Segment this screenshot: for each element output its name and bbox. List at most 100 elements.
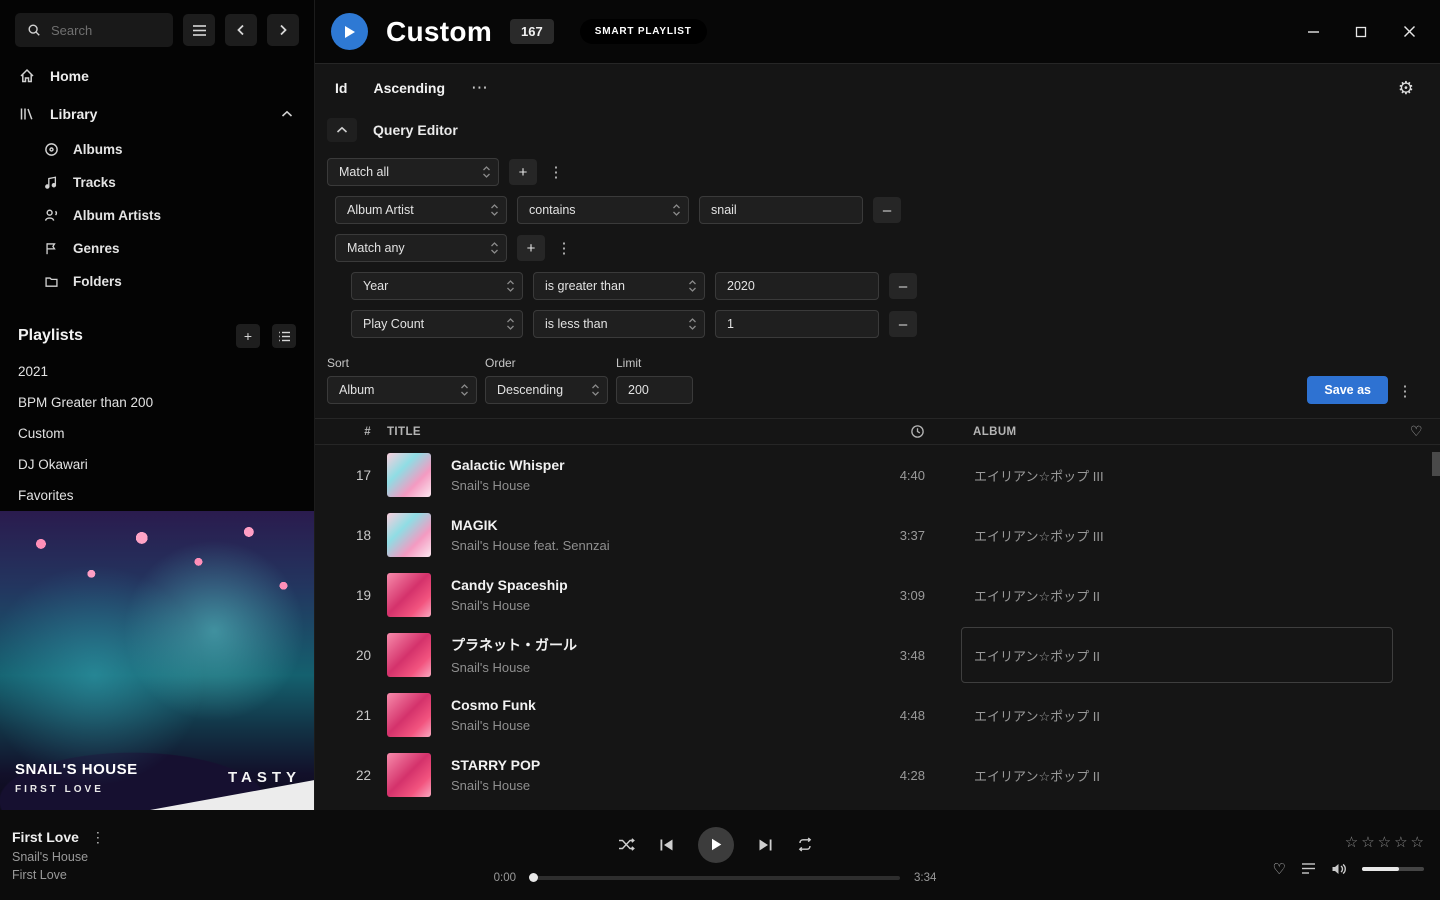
- remove-subrule-button[interactable]: –: [889, 311, 917, 337]
- artist-icon: [42, 208, 60, 223]
- settings-gear-button[interactable]: ⚙: [1398, 78, 1414, 99]
- sidebar-item-library[interactable]: Library: [0, 95, 314, 133]
- match-type-select[interactable]: Match all: [327, 158, 499, 186]
- subrule-field-select[interactable]: Year: [351, 272, 523, 300]
- search-input[interactable]: [51, 23, 163, 38]
- query-sort-select[interactable]: Album: [327, 376, 477, 404]
- star-icon[interactable]: ☆: [1361, 833, 1374, 851]
- remove-rule-button[interactable]: –: [873, 197, 901, 223]
- scrollbar-thumb[interactable]: [1432, 452, 1440, 476]
- minimize-button[interactable]: [1304, 23, 1322, 41]
- remove-subrule-button[interactable]: –: [889, 273, 917, 299]
- track-row[interactable]: 21 Cosmo Funk Snail's House 4:48 エイリアン☆ポ…: [315, 685, 1440, 745]
- star-icon[interactable]: ☆: [1394, 833, 1407, 851]
- volume-fill: [1362, 867, 1399, 871]
- track-row[interactable]: 19 Candy Spaceship Snail's House 3:09 エイ…: [315, 565, 1440, 625]
- query-order-select[interactable]: Descending: [485, 376, 608, 404]
- sort-field-button[interactable]: Id: [335, 80, 347, 96]
- sort-order-button[interactable]: Ascending: [373, 80, 445, 96]
- track-album-focused-cell[interactable]: エイリアン☆ポップ II: [961, 627, 1393, 683]
- rule-field-select[interactable]: Album Artist: [335, 196, 507, 224]
- track-row[interactable]: 22 STARRY POP Snail's House 4:28 エイリアン☆ポ…: [315, 745, 1440, 805]
- star-icon[interactable]: ☆: [1411, 833, 1424, 851]
- now-playing-artist[interactable]: Snail's House: [12, 850, 300, 864]
- subrule-field-select[interactable]: Play Count: [351, 310, 523, 338]
- sidebar-item-tracks[interactable]: Tracks: [0, 166, 314, 199]
- track-album[interactable]: エイリアン☆ポップ II: [961, 567, 1393, 623]
- search-box[interactable]: [15, 13, 173, 47]
- track-count-badge: 167: [510, 19, 554, 44]
- close-button[interactable]: [1400, 23, 1418, 41]
- seek-bar[interactable]: [530, 876, 900, 880]
- save-as-button[interactable]: Save as: [1307, 376, 1388, 404]
- playlist-item-favorites[interactable]: Favorites: [0, 480, 314, 511]
- sidebar-item-home[interactable]: Home: [0, 57, 314, 95]
- now-playing-menu-button[interactable]: ⋮: [91, 829, 105, 846]
- menu-button[interactable]: [183, 14, 215, 46]
- music-note-icon: [42, 175, 60, 190]
- add-playlist-button[interactable]: +: [236, 324, 260, 348]
- rule-operator-select[interactable]: contains: [517, 196, 689, 224]
- rule-value-input[interactable]: [699, 196, 863, 224]
- save-options-button[interactable]: ⋮: [1396, 378, 1414, 404]
- playlist-list-button[interactable]: [272, 324, 296, 348]
- sidebar-item-genres[interactable]: Genres: [0, 232, 314, 265]
- track-row[interactable]: 20 プラネット・ガール Snail's House 3:48 エイリアン☆ポッ…: [315, 625, 1440, 685]
- rule-operator-value: contains: [529, 203, 576, 217]
- playlist-item-dj-okawari[interactable]: DJ Okawari: [0, 449, 314, 480]
- track-album[interactable]: エイリアン☆ポップ III: [961, 447, 1393, 503]
- track-album[interactable]: エイリアン☆ポップ II: [961, 687, 1393, 743]
- playlist-item-custom[interactable]: Custom: [0, 418, 314, 449]
- shuffle-button[interactable]: [618, 837, 635, 852]
- sidebar-item-folders[interactable]: Folders: [0, 265, 314, 298]
- subrule-operator-select[interactable]: is less than: [533, 310, 705, 338]
- track-row[interactable]: 18 MAGIK Snail's House feat. Sennzai 3:3…: [315, 505, 1440, 565]
- album-column-header[interactable]: ALBUM: [973, 426, 1393, 438]
- star-icon[interactable]: ☆: [1378, 833, 1391, 851]
- subrule-value-input[interactable]: [715, 310, 879, 338]
- rule-field-value: Album Artist: [347, 203, 414, 217]
- scrollbar[interactable]: [1432, 446, 1440, 746]
- now-playing-album[interactable]: First Love: [12, 868, 300, 882]
- favorite-button[interactable]: ♡: [1273, 860, 1286, 878]
- subgroup-match-type-select[interactable]: Match any: [335, 234, 507, 262]
- favorite-column-header[interactable]: ♡: [1393, 423, 1440, 440]
- track-album[interactable]: エイリアン☆ポップ III: [961, 507, 1393, 563]
- sidebar-item-album-artists[interactable]: Album Artists: [0, 199, 314, 232]
- add-rule-button[interactable]: +: [509, 159, 537, 185]
- group-options-button[interactable]: ⋮: [547, 159, 565, 185]
- playlist-item-2021[interactable]: 2021: [0, 356, 314, 387]
- queue-button[interactable]: [1301, 862, 1316, 875]
- collapse-query-button[interactable]: [327, 118, 357, 142]
- toolbar-more-button[interactable]: ⋯: [471, 78, 488, 98]
- sort-label: Sort: [327, 356, 477, 370]
- now-playing-artwork[interactable]: SNAIL'S HOUSE FIRST LOVE TASTY: [0, 511, 315, 810]
- subrule-operator-select[interactable]: is greater than: [533, 272, 705, 300]
- maximize-button[interactable]: [1352, 23, 1370, 41]
- track-row[interactable]: 17 Galactic Whisper Snail's House 4:40 エ…: [315, 445, 1440, 505]
- subgroup-options-button[interactable]: ⋮: [555, 235, 573, 261]
- title-column-header[interactable]: TITLE: [371, 426, 847, 438]
- seek-thumb[interactable]: [529, 873, 538, 882]
- duration-column-header[interactable]: [847, 424, 937, 439]
- chevron-up-icon[interactable]: [278, 110, 296, 118]
- next-track-button[interactable]: [758, 838, 773, 852]
- previous-track-button[interactable]: [659, 838, 674, 852]
- subrule-value-input[interactable]: [715, 272, 879, 300]
- limit-input[interactable]: [616, 376, 693, 404]
- nav-forward-button[interactable]: [267, 14, 299, 46]
- play-playlist-button[interactable]: [331, 13, 368, 50]
- index-column-header[interactable]: #: [315, 426, 371, 438]
- play-pause-button[interactable]: [698, 827, 734, 863]
- player-bar: First Love ⋮ Snail's House First Love: [0, 810, 1440, 900]
- sidebar-item-albums[interactable]: Albums: [0, 133, 314, 166]
- track-album[interactable]: エイリアン☆ポップ II: [961, 747, 1393, 803]
- volume-button[interactable]: [1331, 862, 1347, 876]
- nav-back-button[interactable]: [225, 14, 257, 46]
- repeat-button[interactable]: [797, 837, 813, 852]
- playlist-item-bpm[interactable]: BPM Greater than 200: [0, 387, 314, 418]
- star-icon[interactable]: ☆: [1345, 833, 1358, 851]
- add-subrule-button[interactable]: +: [517, 235, 545, 261]
- now-playing-title[interactable]: First Love: [12, 829, 79, 845]
- volume-slider[interactable]: [1362, 867, 1424, 871]
